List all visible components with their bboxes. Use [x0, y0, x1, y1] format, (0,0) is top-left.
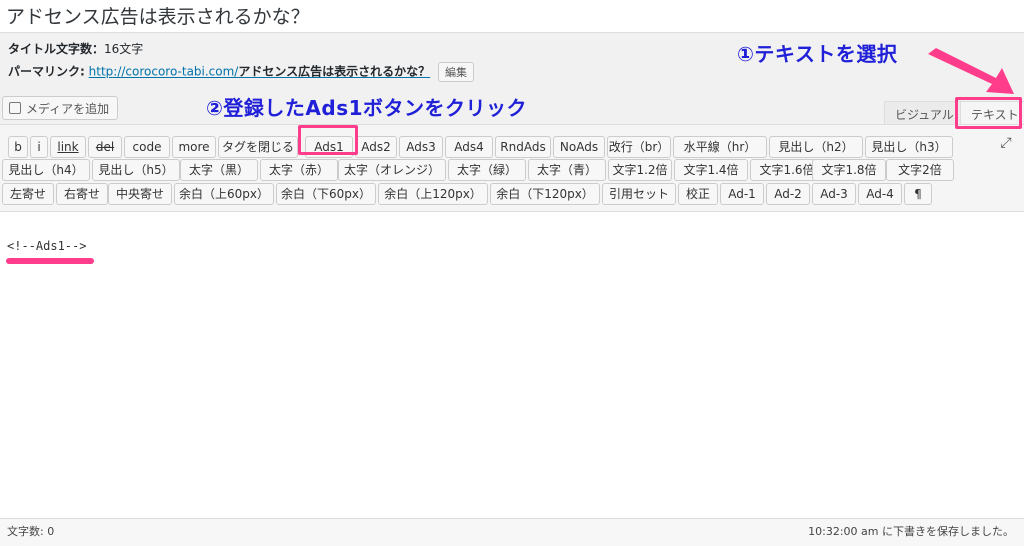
quicktag-button[interactable]: link: [50, 136, 86, 158]
fullscreen-icon[interactable]: ⤢: [998, 135, 1014, 151]
quicktag-button[interactable]: 引用セット: [602, 183, 676, 205]
quicktag-button[interactable]: 見出し（h4）: [2, 159, 90, 181]
quicktag-button[interactable]: 太字（赤）: [260, 159, 338, 181]
quicktag-button[interactable]: 文字1.8倍: [812, 159, 886, 181]
quicktag-button[interactable]: Ad-2: [766, 183, 810, 205]
quicktag-button[interactable]: 余白（上120px）: [378, 183, 488, 205]
annotation-step2: ②登録したAds1ボタンをクリック: [206, 96, 528, 120]
editor-screen: アドセンス広告は表示されるかな？ タイトル文字数：16文字 パーマリンク: ht…: [0, 0, 1024, 546]
annotation-step1: ①テキストを選択: [737, 42, 898, 66]
quicktag-button[interactable]: 文字2倍: [886, 159, 954, 181]
quicktag-button[interactable]: 余白（下120px）: [490, 183, 600, 205]
quicktag-button[interactable]: 太字（緑）: [448, 159, 526, 181]
quicktag-button[interactable]: NoAds: [553, 136, 605, 158]
quicktag-button[interactable]: 左寄せ: [2, 183, 54, 205]
quicktag-button[interactable]: Ad-4: [858, 183, 902, 205]
quicktag-button[interactable]: del: [88, 136, 122, 158]
quicktag-button[interactable]: 中央寄せ: [108, 183, 172, 205]
media-icon: [9, 102, 21, 114]
title-char-count: タイトル文字数：16文字: [8, 42, 144, 56]
quicktag-button[interactable]: RndAds: [495, 136, 551, 158]
quicktag-button[interactable]: 太字（青）: [528, 159, 606, 181]
annotation-underline: [6, 258, 94, 264]
quicktag-button[interactable]: 右寄せ: [56, 183, 108, 205]
annotation-arrow-icon: [928, 48, 1014, 94]
permalink-slug: アドセンス広告は表示されるかな？: [238, 64, 431, 79]
post-title-input[interactable]: アドセンス広告は表示されるかな？: [0, 0, 1024, 33]
quicktag-button[interactable]: Ad-1: [720, 183, 764, 205]
permalink-link[interactable]: http://corocoro-tabi.com/アドセンス広告は表示されるかな…: [89, 65, 430, 79]
quicktag-button[interactable]: 文字1.4倍: [674, 159, 748, 181]
status-bar: 文字数: 0 10:32:00 am に下書きを保存しました。: [0, 518, 1024, 546]
permalink-edit-button[interactable]: 編集: [437, 62, 474, 82]
quicktag-button[interactable]: Ad-3: [812, 183, 856, 205]
word-count: 文字数: 0: [7, 525, 55, 538]
quicktag-button[interactable]: 校正: [678, 183, 718, 205]
permalink-base: http://corocoro-tabi.com/: [88, 64, 239, 79]
quicktag-button[interactable]: Ads2: [355, 136, 397, 158]
permalink-row: パーマリンク: http://corocoro-tabi.com/アドセンス広告…: [8, 62, 474, 82]
quicktag-button[interactable]: Ads4: [445, 136, 493, 158]
quicktag-button[interactable]: code: [124, 136, 170, 158]
quicktag-button[interactable]: 見出し（h2）: [769, 136, 863, 158]
quicktag-button[interactable]: 見出し（h5）: [92, 159, 180, 181]
quicktag-button[interactable]: タグを閉じる: [218, 136, 298, 158]
quicktag-button[interactable]: b: [8, 136, 28, 158]
quicktag-button[interactable]: Ads3: [399, 136, 443, 158]
quicktag-button[interactable]: 太字（黒）: [180, 159, 258, 181]
quicktag-button[interactable]: more: [172, 136, 216, 158]
quicktag-button[interactable]: 水平線（hr）: [673, 136, 767, 158]
quicktag-button[interactable]: 文字1.2倍: [608, 159, 672, 181]
quicktag-button[interactable]: 余白（上60px）: [174, 183, 274, 205]
char-count-value: 16文字: [104, 42, 144, 56]
quicktag-button[interactable]: 改行（br）: [607, 136, 671, 158]
quicktag-button[interactable]: 余白（下60px）: [276, 183, 376, 205]
content-textarea[interactable]: <!--Ads1-->: [0, 212, 1024, 518]
char-count-label: タイトル文字数: [8, 42, 93, 56]
quicktag-button[interactable]: i: [30, 136, 48, 158]
draft-saved-status: 10:32:00 am に下書きを保存しました。: [808, 525, 1014, 538]
quicktag-button[interactable]: 見出し（h3）: [865, 136, 953, 158]
add-media-button[interactable]: メディアを追加: [2, 96, 119, 120]
tab-visual[interactable]: ビジュアル: [884, 101, 965, 125]
highlight-ads1-button: [298, 125, 358, 155]
permalink-label: パーマリンク:: [8, 64, 85, 79]
quicktag-button[interactable]: 太字（オレンジ）: [338, 159, 446, 181]
quicktag-button[interactable]: ¶: [904, 183, 932, 205]
highlight-text-tab: [955, 97, 1022, 129]
add-media-label: メディアを追加: [26, 102, 110, 116]
